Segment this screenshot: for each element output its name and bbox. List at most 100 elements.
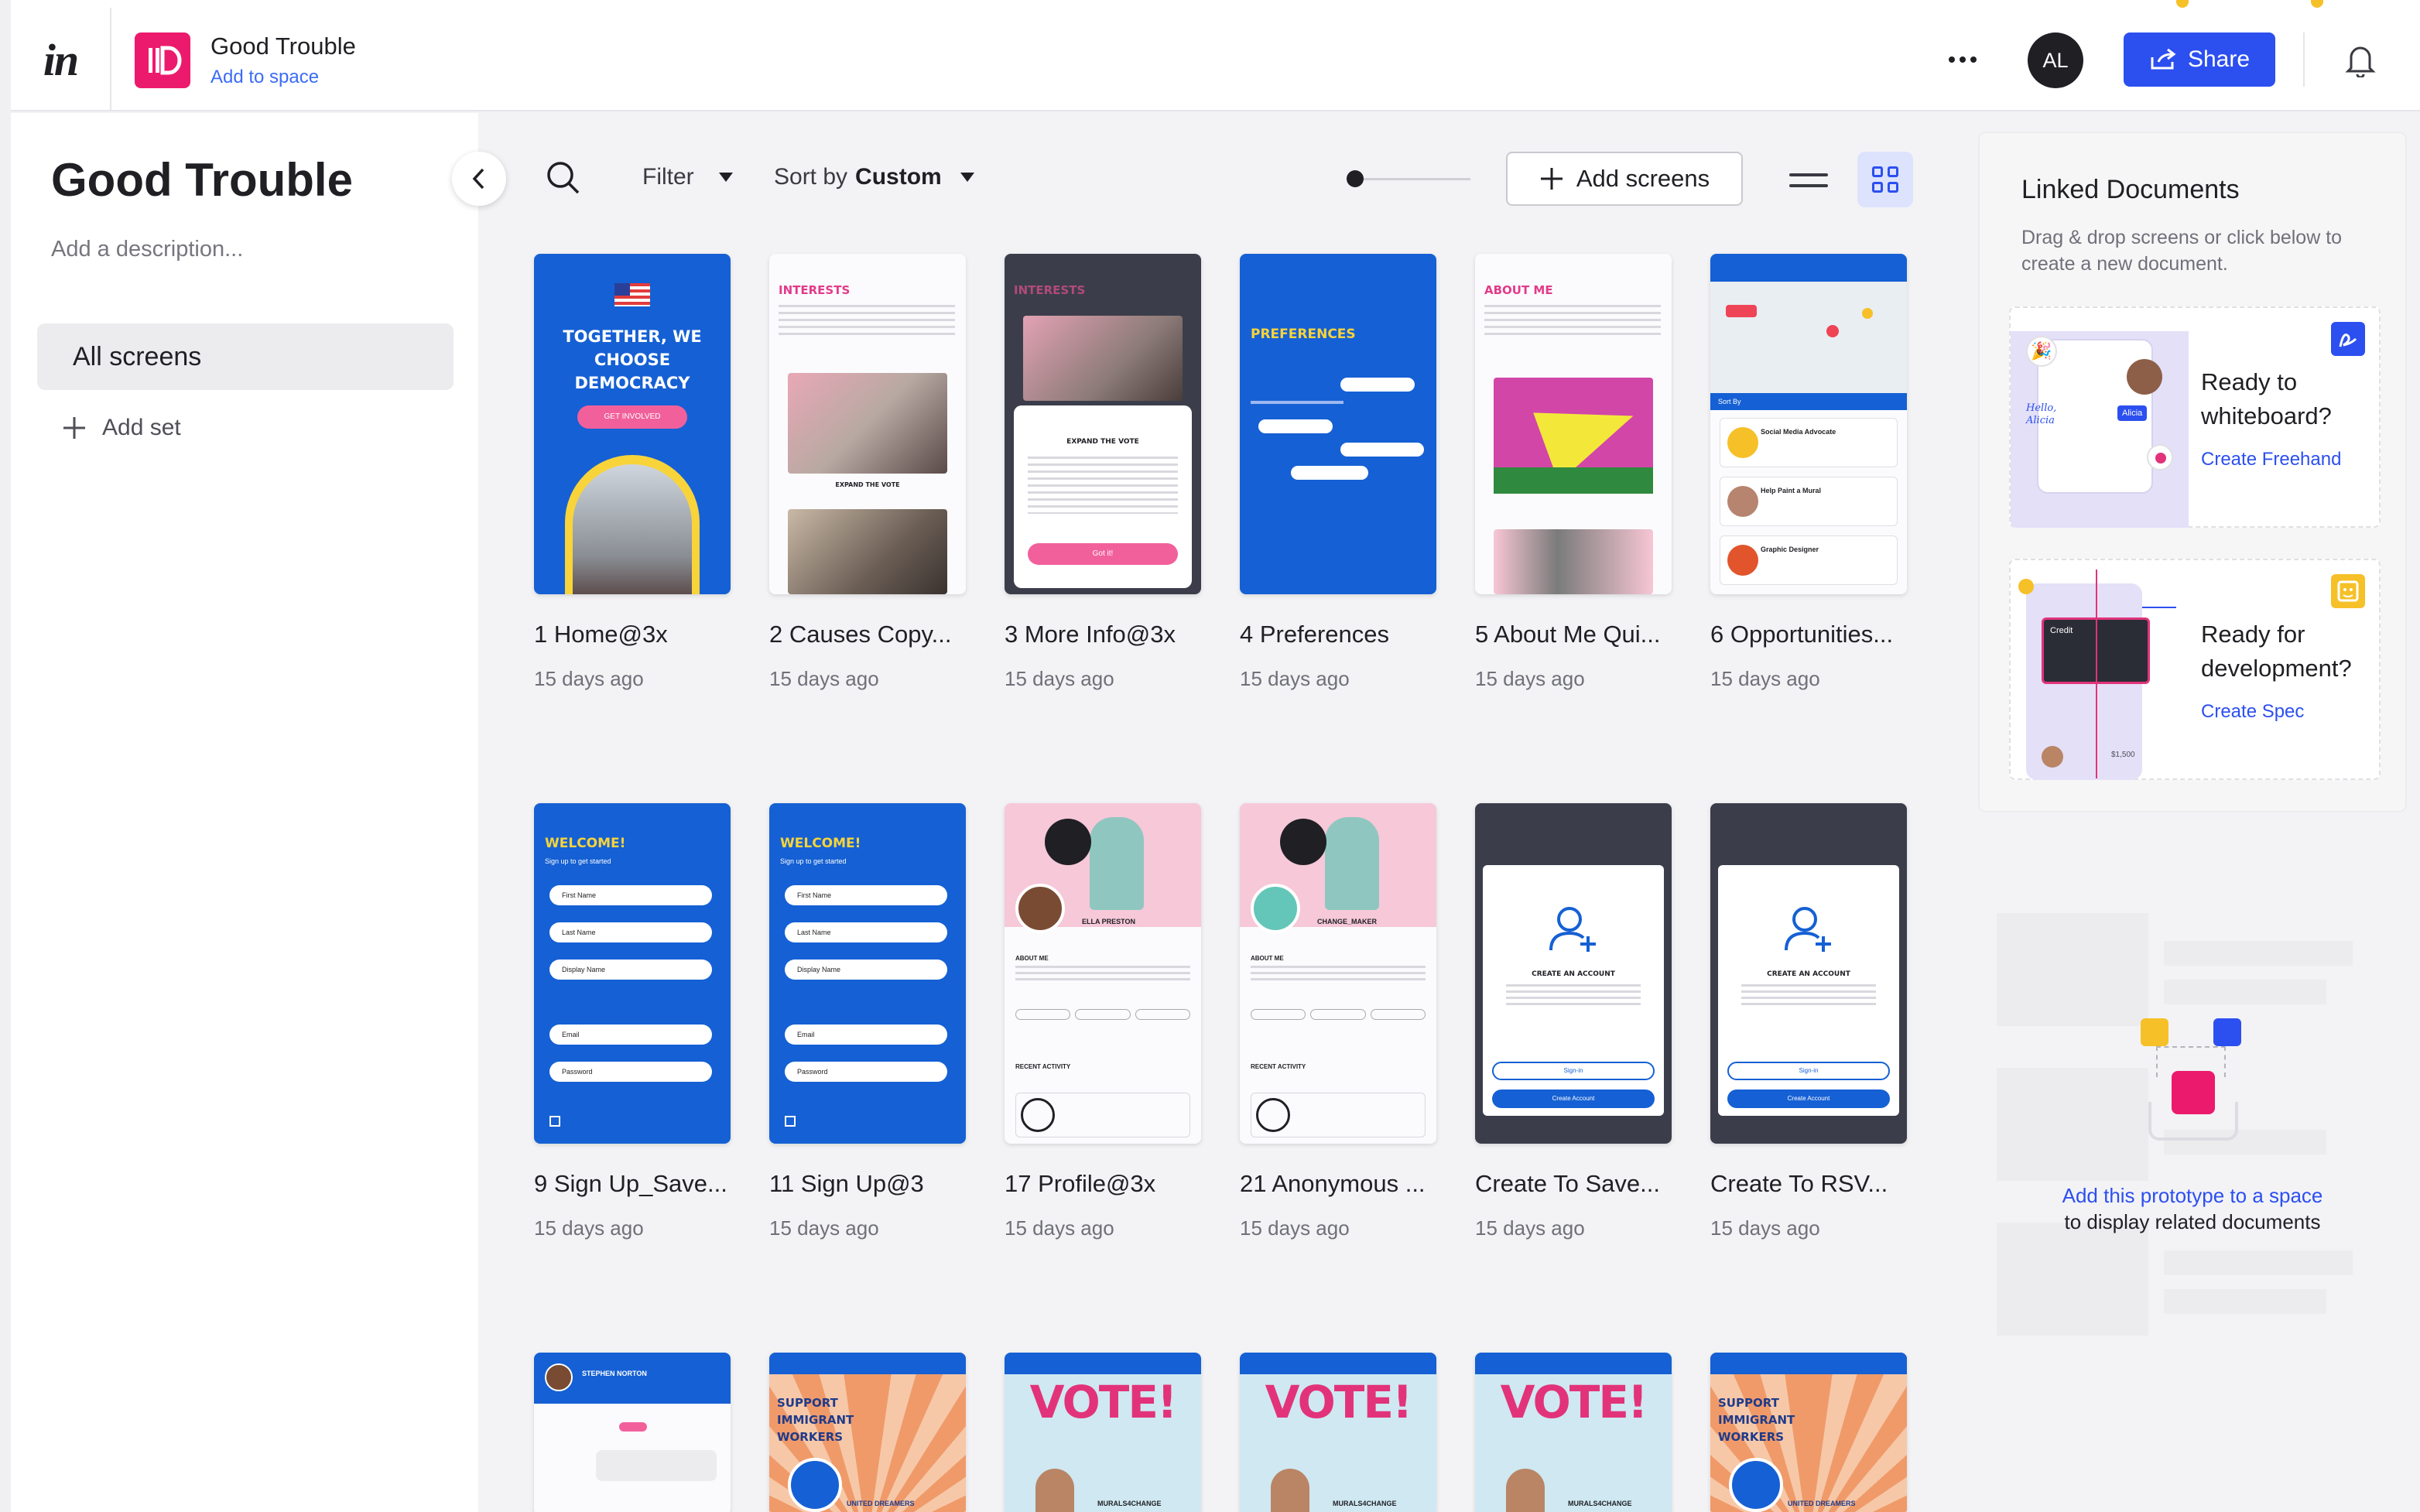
screen-title[interactable]: 2 Causes Copy... <box>769 621 978 648</box>
activity-badge <box>1256 1098 1290 1132</box>
thumb-vote-text: VOTE! <box>1265 1376 1413 1428</box>
speech-bubble <box>1045 819 1091 865</box>
screen-card[interactable]: WELCOME! Sign up to get started First Na… <box>769 803 966 1240</box>
art-guide-line <box>2096 570 2097 778</box>
screen-thumbnail[interactable]: VOTE! MURALS4CHANGE <box>1005 1353 1201 1512</box>
checkbox-icon <box>785 1116 796 1127</box>
screen-card[interactable]: VOTE! MURALS4CHANGE <box>1240 1353 1436 1512</box>
screen-thumbnail[interactable]: ABOUT ME <box>1475 254 1672 594</box>
share-button[interactable]: Share <box>2124 32 2275 87</box>
screen-title[interactable]: 21 Anonymous ... <box>1240 1170 1449 1198</box>
create-freehand-link[interactable]: Create Freehand <box>2201 449 2341 470</box>
slider-knob[interactable] <box>1347 170 1364 187</box>
screen-title[interactable]: Create To Save... <box>1475 1170 1684 1198</box>
tag <box>1135 1009 1190 1020</box>
list-view-button[interactable] <box>1789 161 1828 200</box>
sidebar-item-all-screens[interactable]: All screens <box>37 323 454 390</box>
screen-title[interactable]: 4 Preferences <box>1240 621 1449 648</box>
more-options-button[interactable] <box>1939 40 1986 79</box>
thumb-heading: ABOUT ME <box>1484 283 1553 297</box>
profile-name: ELLA PRESTON <box>1082 918 1136 925</box>
screen-card[interactable]: VOTE! MURALS4CHANGE <box>1475 1353 1672 1512</box>
zoom-slider[interactable] <box>1347 170 1470 187</box>
spec-icon <box>2331 574 2365 608</box>
screen-card[interactable]: SUPPORT IMMIGRANT WORKERS UNITED DREAMER… <box>769 1353 966 1512</box>
screen-title[interactable]: 6 Opportunities... <box>1710 621 1919 648</box>
screen-thumbnail[interactable]: Sort By Social Media Advocate Help Paint… <box>1710 254 1907 594</box>
screen-card[interactable]: STEPHEN NORTON <box>534 1353 731 1512</box>
basket-icon <box>2148 1102 2238 1141</box>
about-heading: ABOUT ME <box>1251 955 1284 962</box>
screen-thumbnail[interactable]: VOTE! MURALS4CHANGE <box>1240 1353 1436 1512</box>
screen-card[interactable]: SUPPORT IMMIGRANT WORKERS UNITED DREAMER… <box>1710 1353 1907 1512</box>
screen-card[interactable]: ELLA PRESTON ABOUT ME RECENT ACTIVITY 17… <box>1005 803 1201 1240</box>
screen-card[interactable]: VOTE! MURALS4CHANGE <box>1005 1353 1201 1512</box>
thumb-signin: Sign-in <box>1727 1062 1890 1080</box>
profile-avatar <box>1015 884 1065 933</box>
freehand-card[interactable]: 🎉 Alicia Hello, Alicia Ready to whiteboa… <box>2009 306 2381 528</box>
opportunity-avatar <box>1727 545 1758 576</box>
screen-card[interactable]: Sort By Social Media Advocate Help Paint… <box>1710 254 1907 690</box>
thumb-subheading: Sign up to get started <box>545 857 611 865</box>
screen-thumbnail[interactable]: SUPPORT IMMIGRANT WORKERS UNITED DREAMER… <box>769 1353 966 1512</box>
screen-thumbnail[interactable]: VOTE! MURALS4CHANGE <box>1475 1353 1672 1512</box>
screen-title[interactable]: 1 Home@3x <box>534 621 743 648</box>
screen-thumbnail[interactable]: INTERESTS EXPAND THE VOTE Got it! <box>1005 254 1201 594</box>
thumb-heading: WELCOME! <box>780 836 861 851</box>
screen-thumbnail[interactable]: PREFERENCES <box>1240 254 1436 594</box>
screen-title[interactable]: 9 Sign Up_Save... <box>534 1170 743 1198</box>
speech-bubble <box>1280 819 1326 865</box>
create-spec-link[interactable]: Create Spec <box>2201 701 2304 723</box>
screen-thumbnail[interactable]: STEPHEN NORTON <box>534 1353 731 1512</box>
screen-title[interactable]: 11 Sign Up@3 <box>769 1170 978 1198</box>
screen-thumbnail[interactable]: INTERESTS EXPAND THE VOTE <box>769 254 966 594</box>
add-to-space-link[interactable]: Add to space <box>211 67 319 88</box>
screen-thumbnail[interactable]: WELCOME! Sign up to get started First Na… <box>534 803 731 1144</box>
description-field[interactable]: Add a description... <box>51 237 243 262</box>
screen-card[interactable]: PREFERENCES 4 Preferences 15 days ago <box>1240 254 1436 690</box>
invision-logo[interactable]: in <box>11 8 111 111</box>
spec-card[interactable]: Credit $1,500 Ready for development? Cre… <box>2009 559 2381 780</box>
grid-view-button[interactable] <box>1857 152 1913 207</box>
thumb-field: Last Name <box>785 922 947 942</box>
screen-thumbnail[interactable]: TOGETHER, WE CHOOSE DEMOCRACY GET INVOLV… <box>534 254 731 594</box>
user-avatar[interactable]: AL <box>2028 32 2083 88</box>
share-icon <box>2151 48 2176 70</box>
thumb-vote-text: VOTE! <box>1500 1376 1648 1428</box>
sidebar-title[interactable]: Good Trouble <box>51 153 353 207</box>
screen-card[interactable]: WELCOME! Sign up to get started First Na… <box>534 803 731 1240</box>
thumb-org: UNITED DREAMERS <box>847 1500 915 1507</box>
screen-thumbnail[interactable]: CHANGE_MAKER ABOUT ME RECENT ACTIVITY <box>1240 803 1436 1144</box>
screen-card[interactable]: INTERESTS EXPAND THE VOTE Got it! 3 More… <box>1005 254 1201 690</box>
screen-card[interactable]: INTERESTS EXPAND THE VOTE 2 Causes Copy.… <box>769 254 966 690</box>
placeholder-block <box>1997 1223 2148 1336</box>
screen-card[interactable]: TOGETHER, WE CHOOSE DEMOCRACY GET INVOLV… <box>534 254 731 690</box>
screen-thumbnail[interactable]: SUPPORT IMMIGRANT WORKERS UNITED DREAMER… <box>1710 1353 1907 1512</box>
thumb-text-lines <box>1251 966 1426 984</box>
screen-title[interactable]: Create To RSV... <box>1710 1170 1919 1198</box>
screen-card[interactable]: ABOUT ME 5 About Me Qui... 15 days ago <box>1475 254 1672 690</box>
screen-title[interactable]: 17 Profile@3x <box>1005 1170 1213 1198</box>
screen-card[interactable]: CHANGE_MAKER ABOUT ME RECENT ACTIVITY 21… <box>1240 803 1436 1240</box>
line <box>1789 173 1828 176</box>
filter-dropdown[interactable]: Filter <box>642 164 733 190</box>
linked-docs-description: Drag & drop screens or click below to cr… <box>2021 227 2343 275</box>
screen-card[interactable]: CREATE AN ACCOUNT Sign-in Create Account… <box>1475 803 1672 1240</box>
screen-thumbnail[interactable]: CREATE AN ACCOUNT Sign-in Create Account <box>1475 803 1672 1144</box>
screen-card[interactable]: CREATE AN ACCOUNT Sign-in Create Account… <box>1710 803 1907 1240</box>
add-set-button[interactable]: Add set <box>62 415 181 441</box>
sort-dropdown[interactable]: Sort by Custom <box>774 164 974 190</box>
notifications-button[interactable] <box>2337 37 2384 84</box>
screen-thumbnail[interactable]: CREATE AN ACCOUNT Sign-in Create Account <box>1710 803 1907 1144</box>
toolbar: Filter Sort by Custom Add screens <box>480 113 1966 245</box>
screen-date: 15 days ago <box>1005 1216 1114 1240</box>
screen-thumbnail[interactable]: WELCOME! Sign up to get started First Na… <box>769 803 966 1144</box>
project-title[interactable]: Good Trouble <box>211 32 356 60</box>
add-screens-button[interactable]: Add screens <box>1506 152 1743 206</box>
statue-shape <box>1325 817 1379 910</box>
screen-title[interactable]: 3 More Info@3x <box>1005 621 1213 648</box>
add-to-space-prompt-link[interactable]: Add this prototype to a space <box>1978 1182 2407 1209</box>
search-button[interactable] <box>542 156 585 200</box>
screen-title[interactable]: 5 About Me Qui... <box>1475 621 1684 648</box>
screen-thumbnail[interactable]: ELLA PRESTON ABOUT ME RECENT ACTIVITY <box>1005 803 1201 1144</box>
